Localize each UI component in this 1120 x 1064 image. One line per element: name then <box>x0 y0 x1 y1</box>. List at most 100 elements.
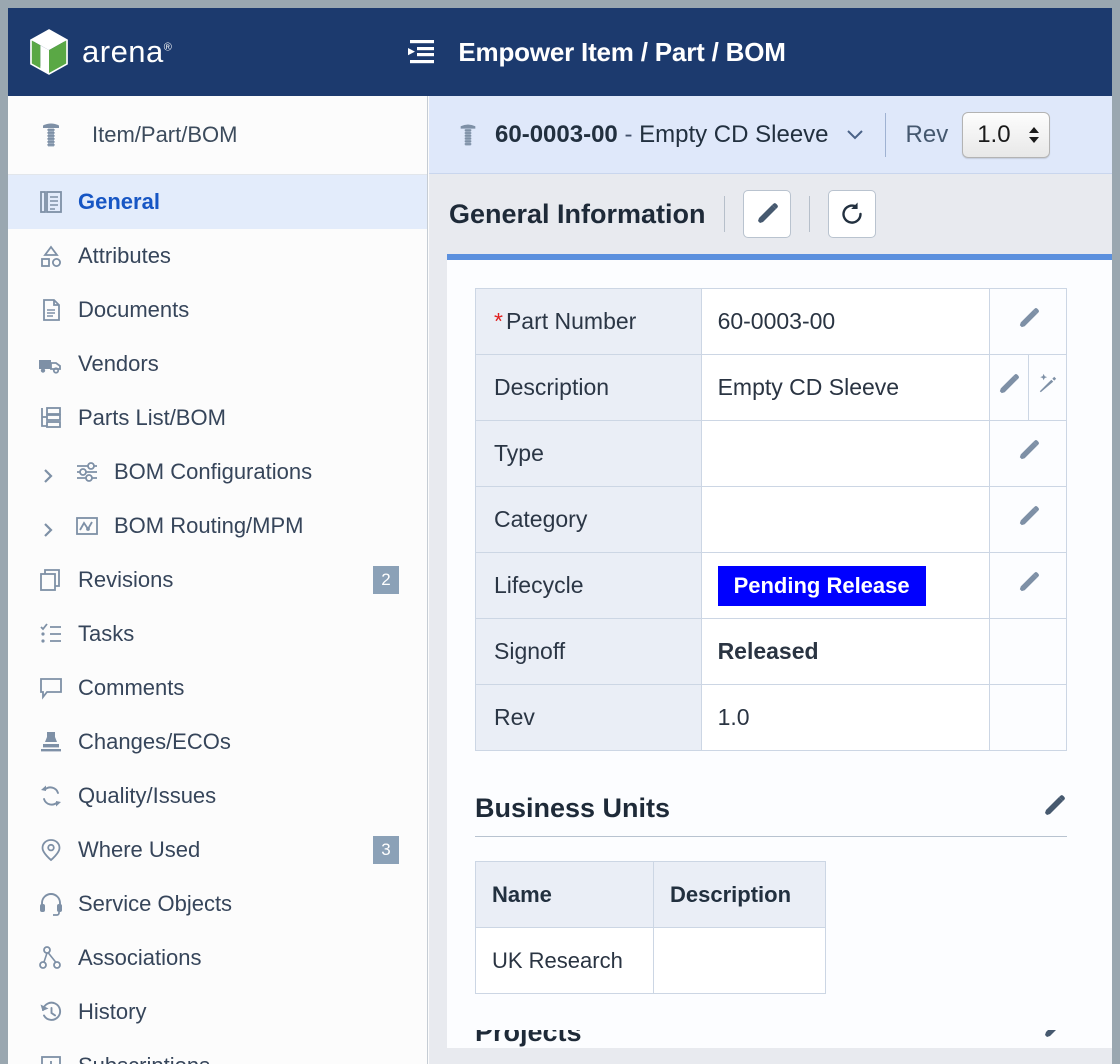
sidebar-item-list: General Attributes Documents Vendors Parts L… <box>8 175 427 1064</box>
rev-label: Rev <box>905 120 949 148</box>
sidebar-item-label: Documents <box>78 297 190 322</box>
sidebar-item-service-objects[interactable]: Service Objects <box>8 877 427 931</box>
divider <box>723 196 725 232</box>
sidebar-item-history[interactable]: History <box>8 985 427 1039</box>
field-label: Part Number <box>505 308 637 334</box>
add-box-icon <box>38 1053 64 1064</box>
breadcrumb-part-number: 60-0003-00 <box>495 120 618 148</box>
field-label: Lifecycle <box>494 572 584 598</box>
sidebar-item-associations[interactable]: Associations <box>8 931 427 985</box>
sidebar-item-changes-ecos[interactable]: Changes/ECOs <box>8 715 427 769</box>
business-units-section: Business Units Name Description UK Resear… <box>475 793 1067 994</box>
field-value-cell: Empty CD Sleeve <box>700 354 991 421</box>
breadcrumb-divider <box>884 112 886 157</box>
general-section-header: General Information <box>429 174 1112 254</box>
pencil-icon <box>1045 1030 1056 1037</box>
brand-logo[interactable]: arena® <box>28 29 172 75</box>
app-window: arena® Empower Item / Part / BOM Item/Pa… <box>8 8 1112 1064</box>
sidebar-item-parts-list-bom[interactable]: Parts List/BOM <box>8 391 427 445</box>
sidebar-item-general[interactable]: General <box>8 175 427 229</box>
field-label-cell: Category <box>475 486 702 553</box>
refresh-cycle-icon <box>38 783 64 809</box>
column-header: Description <box>653 861 826 928</box>
chevron-down-icon[interactable] <box>845 125 865 145</box>
edit-field-button[interactable] <box>989 552 1067 619</box>
pencil-icon <box>757 203 778 223</box>
general-panel: * Part Number 60-0003-00 Description Empty C… <box>447 254 1112 1048</box>
table-row: Signoff Released <box>475 618 1067 685</box>
status-badge: Pending Release <box>717 565 926 606</box>
chevron-right-icon[interactable] <box>40 518 56 537</box>
field-label-cell: Description <box>475 354 702 421</box>
sidebar-item-badge: 3 <box>373 836 399 864</box>
field-label: Rev <box>494 704 535 730</box>
sidebar-header[interactable]: Item/Part/BOM <box>8 96 427 175</box>
sidebar-item-label: Quality/Issues <box>78 783 217 808</box>
routing-map-icon <box>74 513 100 539</box>
sidebar-item-revisions[interactable]: Revisions 2 <box>8 553 427 607</box>
sidebar-item-subscriptions[interactable]: Subscriptions <box>8 1039 427 1064</box>
edit-field-button[interactable] <box>989 420 1067 487</box>
sidebar-item-tasks[interactable]: Tasks <box>8 607 427 661</box>
checklist-icon <box>38 621 64 647</box>
top-header-bar: arena® Empower Item / Part / BOM <box>8 8 1112 96</box>
screw-bolt-icon <box>455 122 481 148</box>
edit-field-button[interactable] <box>989 288 1067 355</box>
table-row: * Part Number 60-0003-00 <box>475 288 1067 355</box>
pencil-icon <box>1000 374 1020 394</box>
field-actions-empty <box>989 618 1067 685</box>
sidebar-item-badge: 2 <box>373 566 399 594</box>
table-header-row: Name Description <box>475 861 826 928</box>
edit-section-button[interactable] <box>742 190 791 238</box>
refresh-section-button[interactable] <box>827 190 876 238</box>
sidebar-item-quality-issues[interactable]: Quality/Issues <box>8 769 427 823</box>
sidebar-item-attributes[interactable]: Attributes <box>8 229 427 283</box>
chevron-right-icon[interactable] <box>40 464 56 483</box>
field-value-cell: 60-0003-00 <box>700 288 991 355</box>
field-label: Signoff <box>494 638 566 664</box>
sidebar-item-label: BOM Routing/MPM <box>114 513 304 538</box>
document-list-icon <box>38 189 64 215</box>
edit-business-units-button[interactable] <box>1041 793 1067 824</box>
rev-select[interactable]: 1.0 <box>962 111 1051 158</box>
edit-field-button[interactable] <box>989 486 1067 553</box>
document-icon <box>38 297 64 323</box>
sidebar-item-label: History <box>78 999 147 1024</box>
field-label-cell: Lifecycle <box>475 552 702 619</box>
pencil-icon <box>1019 506 1039 526</box>
sidebar-item-where-used[interactable]: Where Used 3 <box>8 823 427 877</box>
field-value: Empty CD Sleeve <box>717 374 900 400</box>
business-unit-description <box>653 927 826 994</box>
sidebar-item-comments[interactable]: Comments <box>8 661 427 715</box>
spinner-arrows-icon <box>1027 125 1041 145</box>
business-units-header: Business Units <box>475 793 1067 837</box>
sidebar-item-label: Attributes <box>78 243 171 268</box>
field-value-cell: Released <box>700 618 991 685</box>
registered-mark: ® <box>163 41 173 54</box>
breadcrumb-separator: - <box>624 120 633 148</box>
field-value: 60-0003-00 <box>717 308 836 334</box>
field-label-cell: Rev <box>475 684 702 751</box>
network-nodes-icon <box>38 945 64 971</box>
sidebar-item-label: Revisions <box>78 567 174 592</box>
sidebar-item-label: Subscriptions <box>78 1053 210 1064</box>
edit-field-button[interactable] <box>989 354 1029 421</box>
sidebar-item-bom-routing-mpm[interactable]: BOM Routing/MPM <box>8 499 427 553</box>
field-value-cell: 1.0 <box>700 684 991 751</box>
field-value-cell <box>700 420 991 487</box>
magic-wand-icon <box>1039 373 1056 393</box>
sidebar-item-bom-configurations[interactable]: BOM Configurations <box>8 445 427 499</box>
sidebar-item-label: Where Used <box>78 837 201 862</box>
sidebar-item-label: Vendors <box>78 351 159 376</box>
sidebar-item-documents[interactable]: Documents <box>8 283 427 337</box>
general-info-table: * Part Number 60-0003-00 Description Empty C… <box>475 288 1068 751</box>
ai-generate-field-button[interactable] <box>1027 354 1068 421</box>
field-label: Type <box>494 440 544 466</box>
required-asterisk: * <box>494 308 503 334</box>
sidebar-item-vendors[interactable]: Vendors <box>8 337 427 391</box>
truck-icon <box>38 351 64 377</box>
field-value: Released <box>717 638 819 664</box>
clock-rewind-icon <box>38 999 64 1025</box>
edit-projects-button[interactable] <box>1041 1030 1067 1048</box>
collapse-sidebar-icon[interactable] <box>404 37 438 67</box>
